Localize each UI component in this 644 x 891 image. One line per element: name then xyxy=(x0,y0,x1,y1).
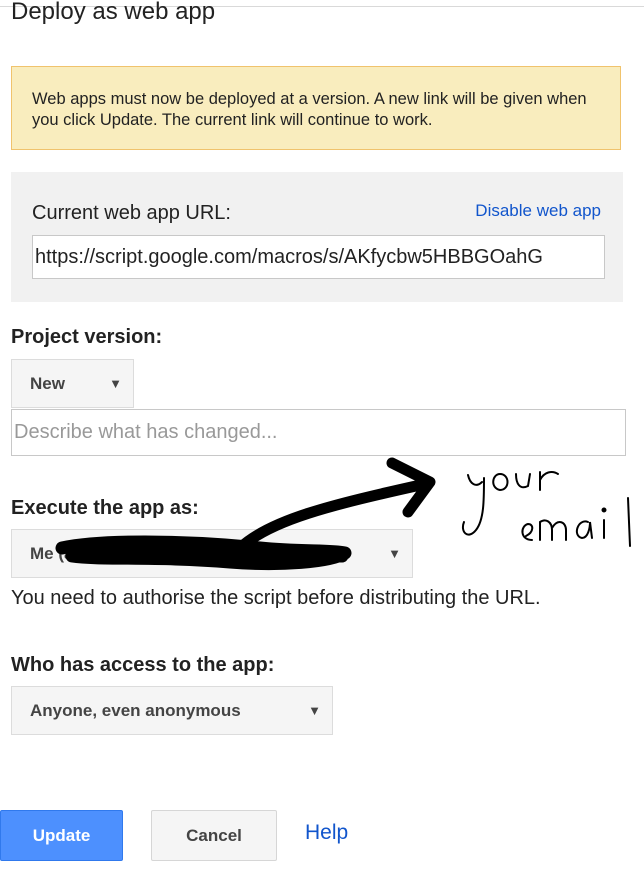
cancel-button[interactable]: Cancel xyxy=(151,810,277,861)
email-redaction-scribble xyxy=(55,535,352,571)
annotation-overlay xyxy=(55,457,631,571)
pointer-arrow-icon xyxy=(234,457,436,554)
handwritten-your-email xyxy=(462,471,631,547)
help-link[interactable]: Help xyxy=(305,821,348,845)
update-button[interactable]: Update xyxy=(0,810,123,861)
